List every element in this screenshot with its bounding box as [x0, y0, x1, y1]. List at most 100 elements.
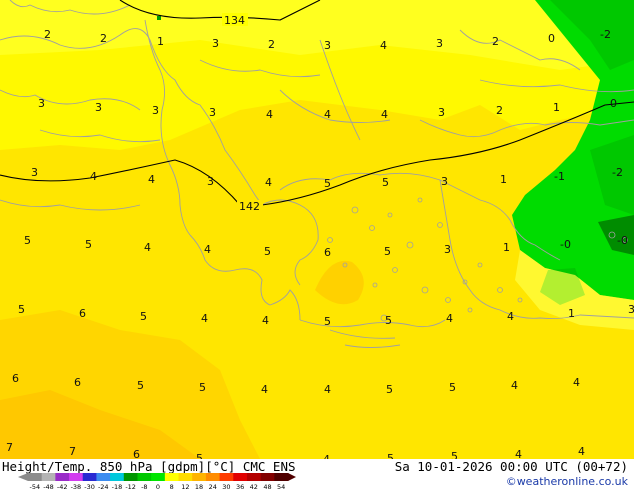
- temp-label: 1: [568, 307, 575, 320]
- color-scale-swatch: [178, 473, 193, 481]
- temp-label: 5: [264, 245, 271, 258]
- color-scale-swatch: [28, 473, 43, 481]
- color-scale-swatch: [164, 473, 180, 481]
- temp-label: 3: [444, 243, 451, 256]
- color-scale-swatch: [274, 473, 289, 481]
- temp-label: 5: [324, 177, 331, 190]
- temp-label: 2: [100, 32, 107, 45]
- temp-label: 1: [503, 241, 510, 254]
- color-scale-label: 24: [209, 483, 217, 490]
- temp-label: 5: [199, 381, 206, 394]
- temp-label: 3: [438, 106, 445, 119]
- color-scale-swatch: [151, 473, 166, 481]
- temp-label: 7: [69, 445, 76, 458]
- color-scale-swatch: [192, 473, 207, 481]
- temp-label: 5: [18, 303, 25, 316]
- color-scale-arrow-left: [18, 473, 28, 481]
- temp-label: 7: [6, 441, 13, 454]
- color-scale-label: -48: [43, 483, 54, 490]
- temp-label: 5: [85, 238, 92, 251]
- temp-label: 1: [553, 101, 560, 114]
- temp-label: 5: [24, 234, 31, 247]
- temp-label: 5: [140, 310, 147, 323]
- color-scale-swatch: [219, 473, 234, 481]
- color-scale-label: -38: [71, 483, 82, 490]
- temp-label: -1: [554, 170, 565, 183]
- green-speck: [157, 16, 161, 20]
- temp-label: 5: [196, 452, 203, 459]
- temp-label: 4: [144, 241, 151, 254]
- color-scale-swatch: [41, 473, 56, 481]
- temp-label: 4: [90, 170, 97, 183]
- color-scale-label: -8: [141, 483, 147, 490]
- temp-label: 6: [74, 376, 81, 389]
- temp-label: 6: [79, 307, 86, 320]
- temp-label: 5: [451, 450, 458, 459]
- color-scale-swatch: [110, 473, 125, 481]
- contour-label-134: 134: [224, 14, 245, 27]
- temp-label: 4: [380, 39, 387, 52]
- temp-label: 3: [95, 101, 102, 114]
- color-scale-label: 8: [170, 483, 174, 490]
- color-scale-label: -12: [125, 483, 136, 490]
- color-scale-swatch: [246, 473, 262, 481]
- site-credit-link[interactable]: ©weatheronline.co.uk: [506, 475, 628, 488]
- color-scale-swatch: [233, 473, 248, 481]
- temp-label: 5: [324, 315, 331, 328]
- temp-label: 4: [578, 445, 585, 458]
- weather-map: 134 142 2 2 1 3 2 3 4 3 2 0 -2 3 3 3 3 4…: [0, 0, 634, 459]
- temp-label: 0: [548, 32, 555, 45]
- temp-label: 4: [324, 108, 331, 121]
- temp-label: 5: [384, 245, 391, 258]
- temp-label: 3: [152, 104, 159, 117]
- color-scale-label: -18: [112, 483, 123, 490]
- valid-datetime: Sa 10-01-2026 00:00 UTC (00+72): [394, 459, 628, 474]
- temp-label: 3: [31, 166, 38, 179]
- temp-label: 3: [209, 106, 216, 119]
- temp-label: 4: [265, 176, 272, 189]
- temp-label: 4: [148, 173, 155, 186]
- temp-label: 5: [385, 314, 392, 327]
- temp-label: -0: [617, 234, 628, 247]
- color-scale-label: 12: [181, 483, 189, 490]
- color-scale-swatch: [137, 473, 152, 481]
- temp-label: 4: [204, 243, 211, 256]
- temp-label: 2: [44, 28, 51, 41]
- color-scale-label: 36: [236, 483, 244, 490]
- temp-label: 3: [436, 37, 443, 50]
- temp-label: 3: [207, 175, 214, 188]
- temp-label: 4: [324, 383, 331, 396]
- color-scale-swatch: [205, 473, 221, 481]
- color-scale-label: -54: [30, 483, 41, 490]
- temp-label: 3: [38, 97, 45, 110]
- temp-label: 4: [262, 314, 269, 327]
- color-scale-label: -24: [98, 483, 109, 490]
- temp-label: 3: [441, 175, 448, 188]
- temp-label: 0: [610, 97, 617, 110]
- temp-label: 3: [324, 39, 331, 52]
- temp-label: 2: [492, 35, 499, 48]
- temp-label: 5: [449, 381, 456, 394]
- temp-label: 4: [515, 448, 522, 459]
- map-canvas: 134 142 2 2 1 3 2 3 4 3 2 0 -2 3 3 3 3 4…: [0, 0, 634, 459]
- map-footer: Height/Temp. 850 hPa [gdpm][°C] CMC ENS …: [0, 459, 634, 490]
- temp-label: 4: [507, 310, 514, 323]
- temp-label: 4: [261, 383, 268, 396]
- temp-label: 4: [266, 108, 273, 121]
- temp-label: 4: [201, 312, 208, 325]
- temp-label: 6: [12, 372, 19, 385]
- temp-label: 3: [628, 303, 634, 316]
- color-scale-swatch: [123, 473, 138, 481]
- temp-label: 4: [573, 376, 580, 389]
- temp-label: -0: [560, 238, 571, 251]
- temp-label: -2: [612, 166, 623, 179]
- temp-label: -2: [600, 28, 611, 41]
- temp-label: 5: [387, 452, 394, 459]
- color-scale-arrow-right: [288, 473, 296, 481]
- color-scale-label: 0: [156, 483, 160, 490]
- color-scale-label: -42: [57, 483, 68, 490]
- temp-label: 5: [137, 379, 144, 392]
- contour-label-142: 142: [239, 200, 260, 213]
- temp-label: 4: [446, 312, 453, 325]
- temp-label: 4: [511, 379, 518, 392]
